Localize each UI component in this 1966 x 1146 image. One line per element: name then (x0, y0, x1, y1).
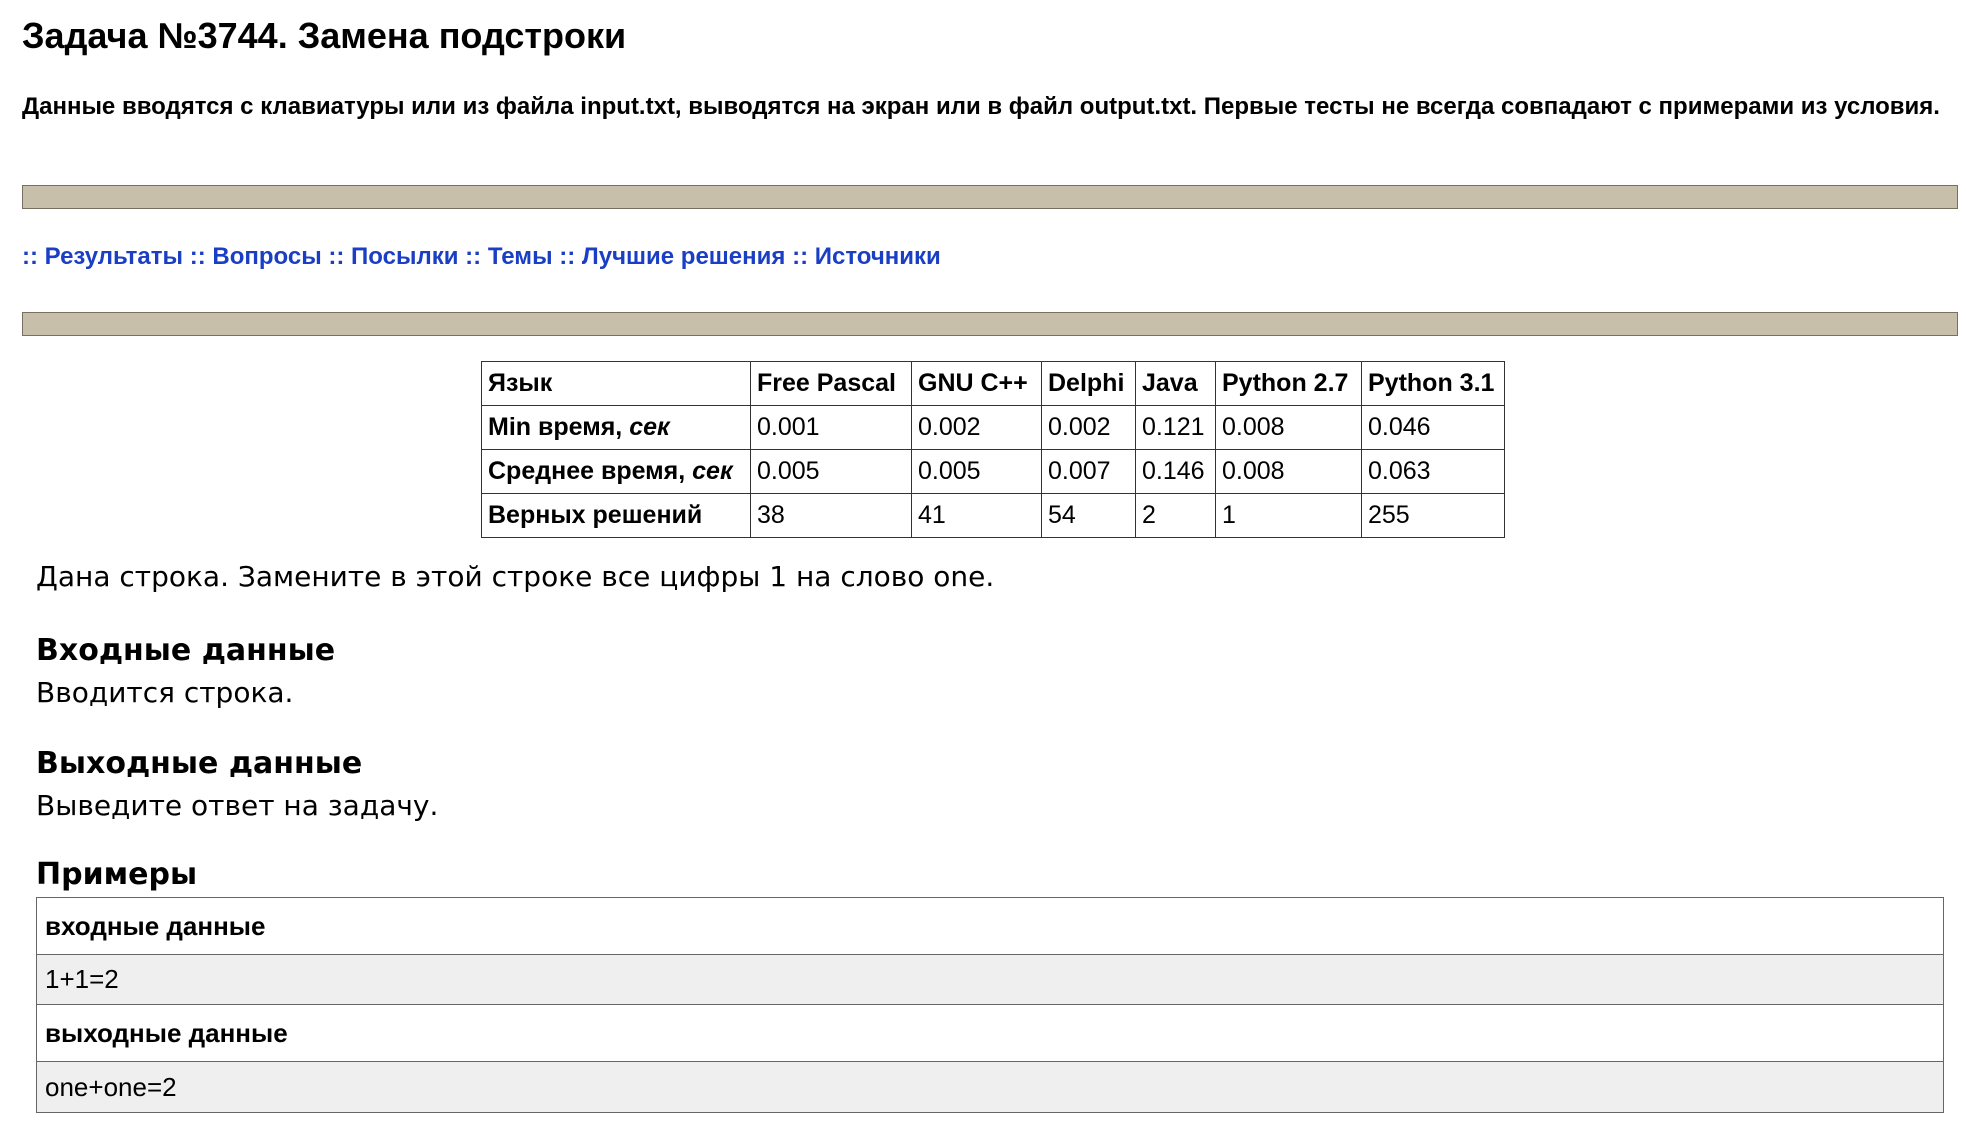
stats-header-cell: Python 3.1 (1361, 361, 1505, 406)
stats-header-cell: Delphi (1041, 361, 1136, 406)
stats-header-cell: Java (1135, 361, 1216, 406)
nav-link-submissions[interactable]: Посылки (351, 243, 458, 270)
stats-cell: 0.063 (1361, 449, 1505, 494)
examples-table: входные данные 1+1=2 выходные данные one… (36, 897, 1944, 1113)
language-stats-table: Язык Free Pascal GNU C++ Delphi Java Pyt… (481, 361, 1505, 538)
stats-cell: 0.005 (750, 449, 912, 494)
stats-cell: 0.001 (750, 405, 912, 450)
stats-cell: 255 (1361, 493, 1505, 538)
nav-separator: :: (328, 243, 345, 270)
stats-cell: 2 (1135, 493, 1216, 538)
stats-row-unit: сек (692, 457, 733, 485)
nav-link-best-solutions[interactable]: Лучшие решения (582, 243, 786, 270)
stats-cell: 0.007 (1041, 449, 1136, 494)
example-input-value: 1+1=2 (37, 955, 1943, 1005)
stats-header-language: Язык (481, 361, 751, 406)
stats-row-avg-time: Среднее время, сек 0.005 0.005 0.007 0.1… (481, 449, 1505, 494)
stats-cell: 0.008 (1215, 449, 1362, 494)
example-output-label: выходные данные (37, 1005, 1943, 1062)
nav-separator: :: (22, 243, 38, 270)
stats-row-label-text: Min время, (488, 413, 623, 441)
stats-cell: 38 (750, 493, 912, 538)
stats-cell: 0.002 (1041, 405, 1136, 450)
example-input-label: входные данные (37, 898, 1943, 955)
stats-row-label-text: Среднее время, (488, 457, 686, 485)
stats-cell: 54 (1041, 493, 1136, 538)
example-output-value: one+one=2 (37, 1062, 1943, 1112)
input-description: Вводится строка. (36, 676, 294, 709)
stats-cell: 41 (911, 493, 1042, 538)
stats-header-cell: GNU C++ (911, 361, 1042, 406)
stats-cell: 0.005 (911, 449, 1042, 494)
nav-separator: :: (465, 243, 482, 270)
problem-page: Задача №3744. Замена подстроки Данные вв… (0, 0, 1966, 1146)
problem-nav: :: Результаты :: Вопросы :: Посылки :: Т… (22, 242, 941, 272)
stats-row-label-text: Верных решений (488, 501, 703, 529)
problem-statement: Дана строка. Замените в этой строке все … (36, 560, 995, 593)
stats-row-label: Верных решений (481, 493, 751, 538)
output-heading: Выходные данные (36, 746, 363, 781)
page-title: Задача №3744. Замена подстроки (22, 15, 627, 56)
stats-cell: 0.008 (1215, 405, 1362, 450)
divider-bar-bottom (22, 312, 1958, 336)
io-note: Данные вводятся с клавиатуры или из файл… (22, 93, 1940, 120)
stats-cell: 0.146 (1135, 449, 1216, 494)
stats-row-min-time: Min время, сек 0.001 0.002 0.002 0.121 0… (481, 405, 1505, 450)
nav-separator: :: (189, 243, 206, 270)
stats-row-label: Среднее время, сек (481, 449, 751, 494)
nav-link-results[interactable]: Результаты (45, 243, 183, 270)
stats-row-label: Min время, сек (481, 405, 751, 450)
stats-cell: 1 (1215, 493, 1362, 538)
stats-header-cell: Free Pascal (750, 361, 912, 406)
input-heading: Входные данные (36, 633, 336, 668)
stats-header-cell: Python 2.7 (1215, 361, 1362, 406)
stats-row-accepted: Верных решений 38 41 54 2 1 255 (481, 493, 1505, 538)
nav-link-topics[interactable]: Темы (488, 243, 553, 270)
nav-separator: :: (792, 243, 809, 270)
output-description: Выведите ответ на задачу. (36, 789, 439, 822)
nav-link-questions[interactable]: Вопросы (212, 243, 321, 270)
nav-separator: :: (559, 243, 576, 270)
nav-link-sources[interactable]: Источники (815, 243, 941, 270)
stats-row-unit: сек (629, 413, 670, 441)
stats-cell: 0.046 (1361, 405, 1505, 450)
examples-heading: Примеры (36, 857, 198, 892)
stats-cell: 0.121 (1135, 405, 1216, 450)
stats-cell: 0.002 (911, 405, 1042, 450)
stats-header-row: Язык Free Pascal GNU C++ Delphi Java Pyt… (481, 361, 1505, 406)
divider-bar-top (22, 185, 1958, 209)
